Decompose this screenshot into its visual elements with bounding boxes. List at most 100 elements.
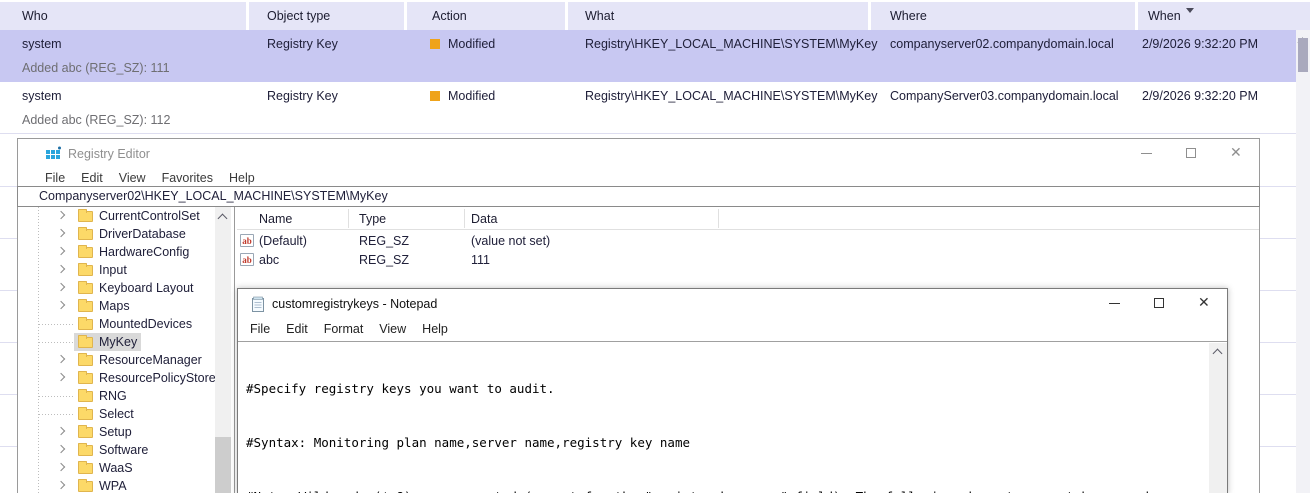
- notepad-text: #Specify registry keys you want to audit…: [246, 344, 1208, 493]
- tree-item[interactable]: ResourceManager: [18, 351, 215, 369]
- tree-stub-line: [39, 324, 75, 325]
- tree-item[interactable]: DriverDatabase: [18, 225, 215, 243]
- notepad-vertical-scrollbar[interactable]: [1209, 343, 1227, 493]
- table-row[interactable]: system Added abc (REG_SZ): 112 Registry …: [0, 82, 1296, 134]
- folder-icon: [78, 406, 93, 420]
- cell-what: Registry\HKEY_LOCAL_MACHINE\SYSTEM\MyKey: [585, 37, 878, 51]
- menu-favorites[interactable]: Favorites: [154, 168, 221, 188]
- column-divider[interactable]: [1135, 2, 1138, 30]
- scroll-up-icon[interactable]: [217, 213, 228, 224]
- column-divider[interactable]: [718, 209, 719, 228]
- chevron-right-icon[interactable]: [56, 282, 66, 292]
- minimize-button[interactable]: [1092, 289, 1137, 319]
- cell-action: Modified: [448, 89, 496, 103]
- column-header-what[interactable]: What: [585, 9, 614, 23]
- tree-item[interactable]: CurrentControlSet: [18, 207, 215, 225]
- chevron-right-icon[interactable]: [56, 246, 66, 256]
- tree-item[interactable]: WaaS: [18, 459, 215, 477]
- chevron-right-icon[interactable]: [56, 444, 66, 454]
- tree-item[interactable]: Input: [18, 261, 215, 279]
- folder-icon: [78, 334, 93, 348]
- maximize-button[interactable]: [1169, 139, 1214, 168]
- close-button[interactable]: ✕: [1214, 139, 1259, 168]
- tree-item[interactable]: MountedDevices: [18, 315, 215, 333]
- values-column-name[interactable]: Name: [259, 212, 292, 226]
- menu-file[interactable]: File: [242, 319, 278, 339]
- menu-help[interactable]: Help: [221, 168, 263, 188]
- tree-scrollbar-thumb[interactable]: [215, 437, 231, 493]
- registry-value-row[interactable]: ab (Default) REG_SZ (value not set): [237, 232, 1259, 251]
- tree-item[interactable]: Maps: [18, 297, 215, 315]
- audit-table-header: Who Object type Action What Where When: [0, 2, 1310, 30]
- chevron-right-icon[interactable]: [56, 426, 66, 436]
- chevron-right-icon[interactable]: [56, 210, 66, 220]
- values-column-data[interactable]: Data: [471, 212, 497, 226]
- table-row-selected[interactable]: system Added abc (REG_SZ): 111 Registry …: [0, 30, 1296, 82]
- tree-stub-line: [39, 342, 75, 343]
- registry-value-row[interactable]: ab abc REG_SZ 111: [237, 251, 1259, 270]
- text-line: #Note: Wildcards (*,?) are supported (ex…: [246, 488, 1208, 493]
- scroll-up-icon[interactable]: [1212, 348, 1223, 359]
- menu-file[interactable]: File: [37, 168, 73, 188]
- table-vertical-scrollbar[interactable]: [1296, 30, 1310, 493]
- tree-label: Select: [99, 407, 134, 421]
- column-divider[interactable]: [464, 209, 465, 228]
- tree-item[interactable]: ResourcePolicyStore: [18, 369, 215, 387]
- column-divider[interactable]: [348, 209, 349, 228]
- table-scrollbar-thumb[interactable]: [1298, 38, 1308, 72]
- tree-label: CurrentControlSet: [99, 209, 200, 223]
- notepad-titlebar[interactable]: customregistrykeys - Notepad ✕: [238, 289, 1227, 319]
- registry-titlebar[interactable]: Registry Editor ✕: [18, 139, 1259, 168]
- column-header-action[interactable]: Action: [432, 9, 467, 23]
- sort-descending-icon[interactable]: [1186, 8, 1194, 13]
- column-divider[interactable]: [565, 2, 568, 30]
- notepad-text-area[interactable]: #Specify registry keys you want to audit…: [238, 341, 1227, 493]
- chevron-right-icon[interactable]: [56, 480, 66, 490]
- column-header-object-type[interactable]: Object type: [267, 9, 330, 23]
- column-divider[interactable]: [246, 2, 249, 30]
- menu-view[interactable]: View: [111, 168, 154, 188]
- tree-item[interactable]: WPA: [18, 477, 215, 493]
- menu-edit[interactable]: Edit: [73, 168, 111, 188]
- cell-action: Modified: [448, 37, 496, 51]
- tree-item[interactable]: Keyboard Layout: [18, 279, 215, 297]
- menu-help[interactable]: Help: [414, 319, 456, 339]
- tree-item[interactable]: Setup: [18, 423, 215, 441]
- chevron-right-icon[interactable]: [56, 300, 66, 310]
- column-divider[interactable]: [868, 2, 871, 30]
- value-name: abc: [259, 253, 280, 267]
- tree-label: Setup: [99, 425, 132, 439]
- column-header-where[interactable]: Where: [890, 9, 927, 23]
- tree-item-selected[interactable]: MyKey: [18, 333, 215, 351]
- column-divider[interactable]: [404, 2, 407, 30]
- tree-item[interactable]: HardwareConfig: [18, 243, 215, 261]
- cell-who: system: [22, 37, 62, 51]
- chevron-right-icon[interactable]: [56, 264, 66, 274]
- tree-item[interactable]: RNG: [18, 387, 215, 405]
- pane-splitter[interactable]: [234, 207, 235, 493]
- registry-address-bar[interactable]: Companyserver02\HKEY_LOCAL_MACHINE\SYSTE…: [17, 186, 1260, 207]
- chevron-right-icon[interactable]: [56, 354, 66, 364]
- chevron-right-icon[interactable]: [56, 372, 66, 382]
- text-line: #Syntax: Monitoring plan name,server nam…: [246, 435, 691, 450]
- chevron-right-icon[interactable]: [56, 228, 66, 238]
- chevron-right-icon[interactable]: [56, 462, 66, 472]
- values-column-type[interactable]: Type: [359, 212, 386, 226]
- menu-format[interactable]: Format: [316, 319, 372, 339]
- cell-where: companyserver02.companydomain.local: [890, 37, 1114, 51]
- menu-view[interactable]: View: [371, 319, 414, 339]
- maximize-button[interactable]: [1137, 289, 1182, 319]
- menu-edit[interactable]: Edit: [278, 319, 316, 339]
- tree-label: ResourceManager: [99, 353, 202, 367]
- column-header-who[interactable]: Who: [22, 9, 48, 23]
- folder-icon: [78, 244, 93, 258]
- tree-vertical-scrollbar[interactable]: [215, 207, 231, 493]
- minimize-button[interactable]: [1124, 139, 1169, 168]
- tree-item[interactable]: Select: [18, 405, 215, 423]
- column-header-when[interactable]: When: [1148, 9, 1181, 23]
- folder-icon: [78, 388, 93, 402]
- tree-item[interactable]: Software: [18, 441, 215, 459]
- screen: Who Object type Action What Where When s…: [0, 0, 1310, 493]
- value-data: 111: [471, 253, 491, 267]
- close-button[interactable]: ✕: [1182, 289, 1227, 319]
